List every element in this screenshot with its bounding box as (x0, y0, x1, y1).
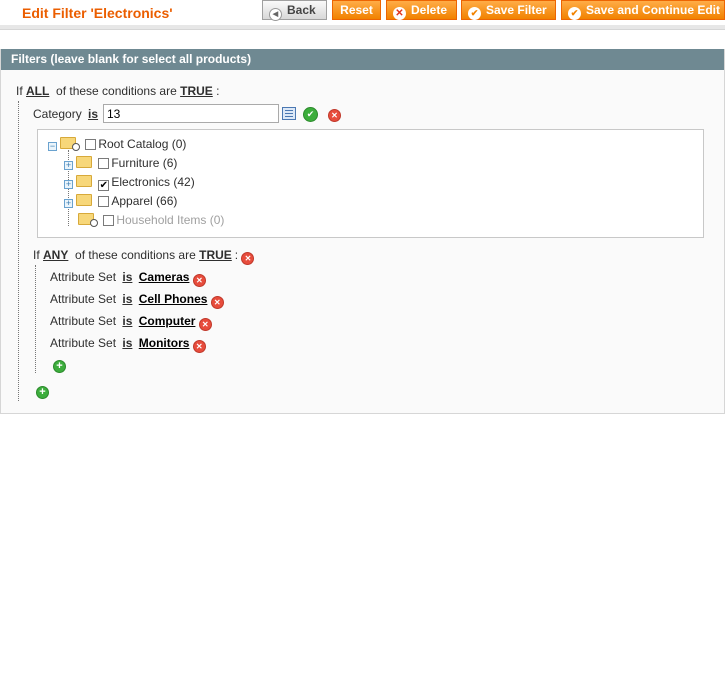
remove-any-icon[interactable]: ✕ (241, 252, 255, 265)
check-icon: ✔ (568, 7, 581, 20)
any-aggregator-link[interactable]: ANY (43, 248, 68, 262)
expand-icon[interactable]: + (64, 180, 73, 189)
tree-node-label[interactable]: Electronics (42) (111, 175, 194, 189)
attribute-set-condition: Attribute Set is Computer ✕ (50, 314, 212, 331)
collapse-icon[interactable]: − (48, 142, 57, 151)
attribute-set-label: Attribute Set (50, 292, 117, 306)
root-value-link[interactable]: TRUE (180, 84, 213, 98)
expand-icon[interactable]: + (64, 161, 73, 170)
attribute-set-operator-link[interactable]: is (122, 314, 132, 328)
category-value-input[interactable] (103, 104, 279, 123)
fieldset-legend: Filters (leave blank for select all prod… (1, 49, 724, 70)
attribute-set-condition: Attribute Set is Monitors ✕ (50, 336, 206, 353)
apply-check-icon[interactable]: ✔ (303, 107, 318, 122)
remove-condition-icon[interactable]: ✕ (192, 340, 206, 353)
tree-node-label: Household Items (0) (116, 213, 225, 227)
any-children-guide (35, 265, 36, 373)
any-colon: : (234, 248, 239, 262)
attribute-set-value-link[interactable]: Cell Phones (139, 292, 208, 306)
save-filter-button-label: Save Filter (486, 3, 547, 17)
save-continue-button[interactable]: ✔ Save and Continue Edit (561, 0, 725, 20)
category-condition: Category is (33, 107, 98, 121)
delete-button-label: Delete (411, 3, 448, 17)
root-condition: If ALL of these conditions are TRUE : (16, 84, 219, 98)
root-colon: : (216, 84, 220, 98)
back-arrow-icon: ◀ (269, 8, 282, 21)
back-button-label: Back (287, 3, 316, 17)
attribute-set-value-link[interactable]: Computer (139, 314, 196, 328)
tree-node-apparel: + Apparel (66) (64, 194, 177, 212)
tree-node-root: − Root Catalog (0) (48, 137, 186, 155)
tree-checkbox[interactable] (98, 158, 110, 169)
remove-condition-icon[interactable]: ✕ (198, 318, 212, 331)
root-if-label: If (16, 84, 23, 98)
tree-node-label[interactable]: Apparel (66) (111, 194, 177, 208)
attribute-set-operator-link[interactable]: is (122, 292, 132, 306)
tree-checkbox[interactable] (103, 215, 115, 226)
folder-open-icon (60, 137, 80, 151)
attribute-set-condition: Attribute Set is Cameras ✕ (50, 270, 206, 287)
folder-icon (76, 156, 92, 168)
tree-node-label[interactable]: Root Catalog (0) (98, 137, 186, 151)
reset-button-label: Reset (340, 3, 373, 17)
root-middle-text: of these conditions are (56, 84, 177, 98)
attribute-set-label: Attribute Set (50, 314, 117, 328)
expand-icon[interactable]: + (64, 199, 73, 208)
tree-checkbox-checked[interactable]: ✔ (98, 180, 110, 191)
remove-condition-icon[interactable]: ✕ (192, 274, 206, 287)
attribute-set-label: Attribute Set (50, 270, 117, 284)
root-aggregator-link[interactable]: ALL (26, 84, 49, 98)
back-button[interactable]: ◀ Back (262, 0, 327, 21)
save-continue-button-label: Save and Continue Edit (586, 3, 721, 17)
remove-category-icon[interactable]: ✕ (328, 109, 341, 122)
check-icon: ✔ (468, 7, 481, 20)
tree-node-label[interactable]: Furniture (6) (111, 156, 177, 170)
header-divider (0, 25, 725, 30)
attribute-set-value-link[interactable]: Cameras (139, 270, 190, 284)
tree-node-electronics: + ✔ Electronics (42) (64, 175, 195, 193)
category-tree: − Root Catalog (0) + Furniture (6) + ✔ El… (37, 129, 704, 238)
attribute-set-operator-link[interactable]: is (122, 336, 132, 350)
add-condition-icon[interactable]: + (53, 360, 66, 373)
reset-button[interactable]: Reset (332, 0, 381, 20)
remove-condition-icon[interactable]: ✕ (210, 296, 224, 309)
category-attribute-label: Category (33, 107, 82, 121)
any-middle-text: of these conditions are (75, 248, 196, 262)
root-children-guide (18, 101, 19, 401)
tree-node-furniture: + Furniture (6) (64, 156, 177, 174)
delete-button[interactable]: ✕ Delete (386, 0, 457, 20)
attribute-set-operator-link[interactable]: is (122, 270, 132, 284)
attribute-set-value-link[interactable]: Monitors (139, 336, 190, 350)
folder-icon (76, 194, 92, 206)
page-title: Edit Filter 'Electronics' (22, 5, 173, 21)
folder-search-icon (78, 213, 98, 227)
add-root-condition-icon[interactable]: + (36, 386, 49, 399)
category-chooser-icon[interactable] (282, 107, 296, 120)
save-filter-button[interactable]: ✔ Save Filter (461, 0, 556, 20)
attribute-set-label: Attribute Set (50, 336, 117, 350)
folder-icon (76, 175, 92, 187)
any-condition: If ANY of these conditions are TRUE: ✕ (33, 248, 255, 265)
category-operator-link[interactable]: is (88, 107, 98, 121)
attribute-set-condition: Attribute Set is Cell Phones ✕ (50, 292, 224, 309)
tree-checkbox[interactable] (85, 139, 97, 150)
delete-icon: ✕ (393, 7, 406, 20)
tree-checkbox[interactable] (98, 196, 110, 207)
any-if-label: If (33, 248, 40, 262)
any-value-link[interactable]: TRUE (199, 248, 232, 262)
tree-node-household: Household Items (0) (75, 213, 224, 231)
